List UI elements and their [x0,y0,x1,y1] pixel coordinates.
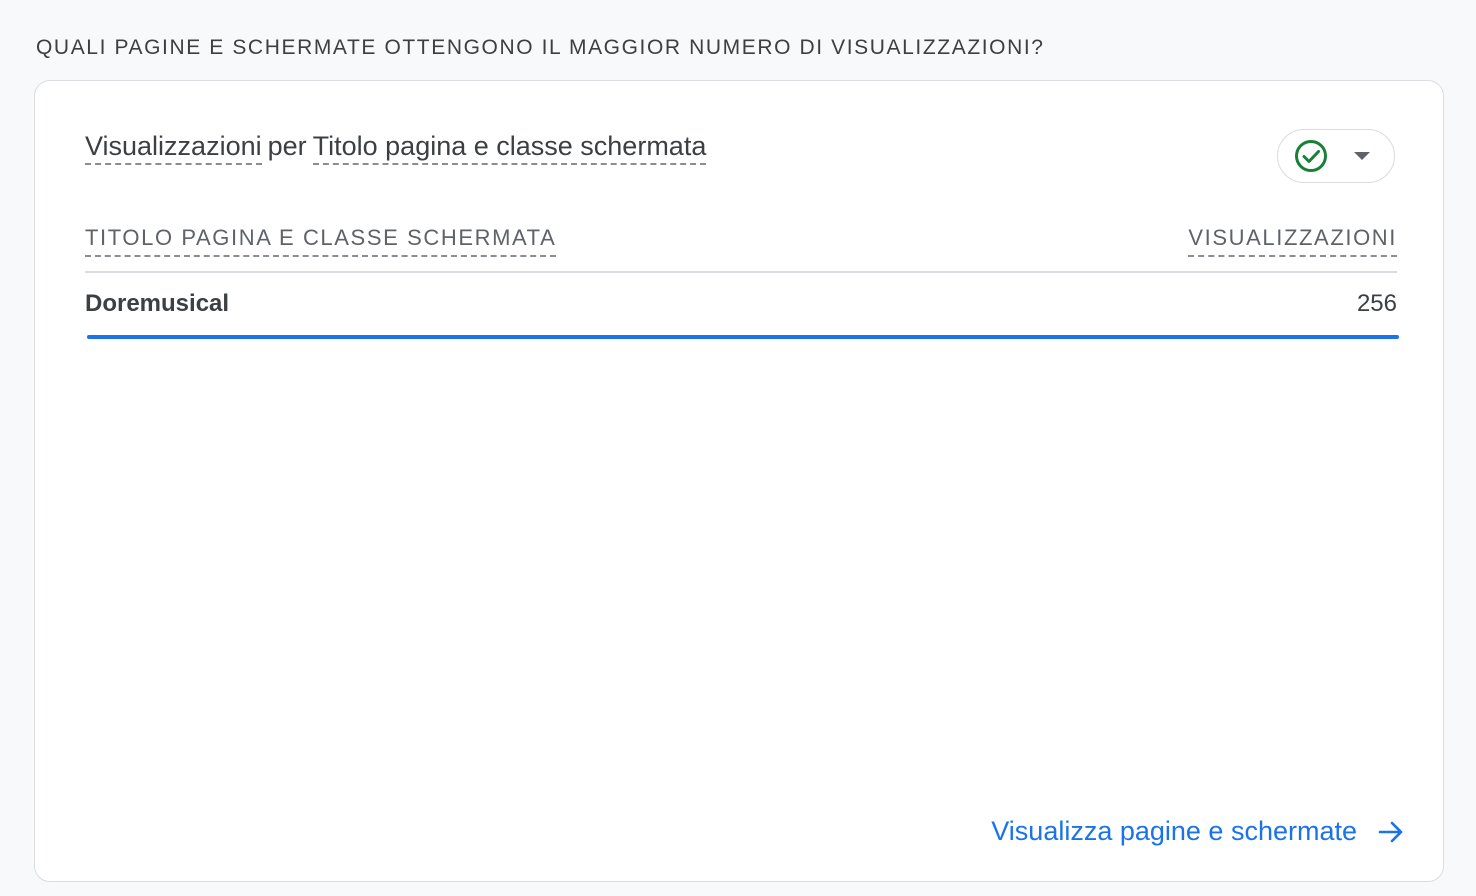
card-header: Visualizzazioni per Titolo pagina e classe… [85,131,707,165]
section-title: QUALI PAGINE E SCHERMATE OTTENGONO IL MA… [36,36,1045,59]
caret-down-icon [1354,152,1370,160]
dimension-label[interactable]: Titolo pagina e classe schermata [312,131,707,165]
row-bar-fill [87,335,1399,339]
metric-label[interactable]: Visualizzazioni [85,131,262,165]
column-header-title[interactable]: TITOLO PAGINA E CLASSE SCHERMATA [85,225,557,257]
check-circle-icon [1295,140,1327,172]
view-pages-link[interactable]: Visualizza pagine e schermate [991,816,1405,847]
row-title: Doremusical [85,290,230,317]
view-pages-link-label: Visualizza pagine e schermate [991,816,1357,846]
row-bar-track [87,335,1399,339]
table-header: TITOLO PAGINA E CLASSE SCHERMATA VISUALI… [85,221,1397,273]
table-row[interactable]: Doremusical 256 [85,273,1399,339]
arrow-right-icon [1378,821,1403,842]
data-table: TITOLO PAGINA E CLASSE SCHERMATA VISUALI… [85,221,1399,339]
status-dropdown-button[interactable] [1277,129,1395,183]
column-header-views[interactable]: VISUALIZZAZIONI [1188,225,1397,257]
row-views: 256 [1356,290,1397,317]
report-card: Visualizzazioni per Titolo pagina e classe… [34,80,1444,882]
connector-label: per [267,131,307,161]
